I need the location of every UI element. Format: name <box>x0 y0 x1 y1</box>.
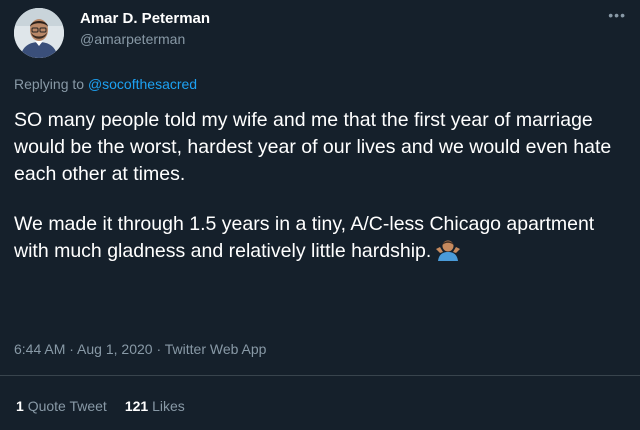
replying-to: Replying to @socofthesacred <box>14 75 197 93</box>
replying-to-label: Replying to <box>14 76 88 92</box>
like-count: 121 <box>124 398 149 414</box>
quote-tweets-stat[interactable]: 1 Quote Tweet <box>16 398 107 414</box>
more-horizontal-icon: ••• <box>608 7 626 23</box>
tweet-paragraph-2: We made it through 1.5 years in a tiny, … <box>14 211 624 269</box>
tweet-source[interactable]: Twitter Web App <box>165 341 267 357</box>
quote-tweet-count: 1 <box>16 398 24 414</box>
author-name[interactable]: Amar D. Peterman <box>80 10 210 28</box>
likes-label: Likes <box>152 398 185 414</box>
tweet-paragraph-2-text: We made it through 1.5 years in a tiny, … <box>14 213 595 262</box>
quote-tweet-label: Quote Tweet <box>27 398 107 414</box>
tweet-date[interactable]: Aug 1, 2020 <box>77 341 153 357</box>
more-options-button[interactable]: ••• <box>608 8 626 22</box>
meta-separator: · <box>152 341 165 357</box>
tweet-card: Amar D. Peterman @amarpeterman ••• Reply… <box>0 0 640 430</box>
profile-photo-icon <box>14 8 64 58</box>
likes-stat[interactable]: 121 Likes <box>125 398 185 414</box>
tweet-time[interactable]: 6:44 AM <box>14 341 65 357</box>
divider <box>0 375 640 376</box>
tweet-metadata: 6:44 AM · Aug 1, 2020 · Twitter Web App <box>14 340 266 358</box>
reply-mention-link[interactable]: @socofthesacred <box>88 76 197 92</box>
avatar[interactable] <box>14 8 64 58</box>
tweet-stats: 1 Quote Tweet 121 Likes <box>16 397 185 415</box>
tweet-text: SO many people told my wife and me that … <box>14 107 624 269</box>
author-handle[interactable]: @amarpeterman <box>80 30 185 48</box>
meta-separator: · <box>65 341 78 357</box>
person-shrugging-emoji-icon <box>435 239 461 269</box>
tweet-paragraph: SO many people told my wife and me that … <box>14 109 612 185</box>
